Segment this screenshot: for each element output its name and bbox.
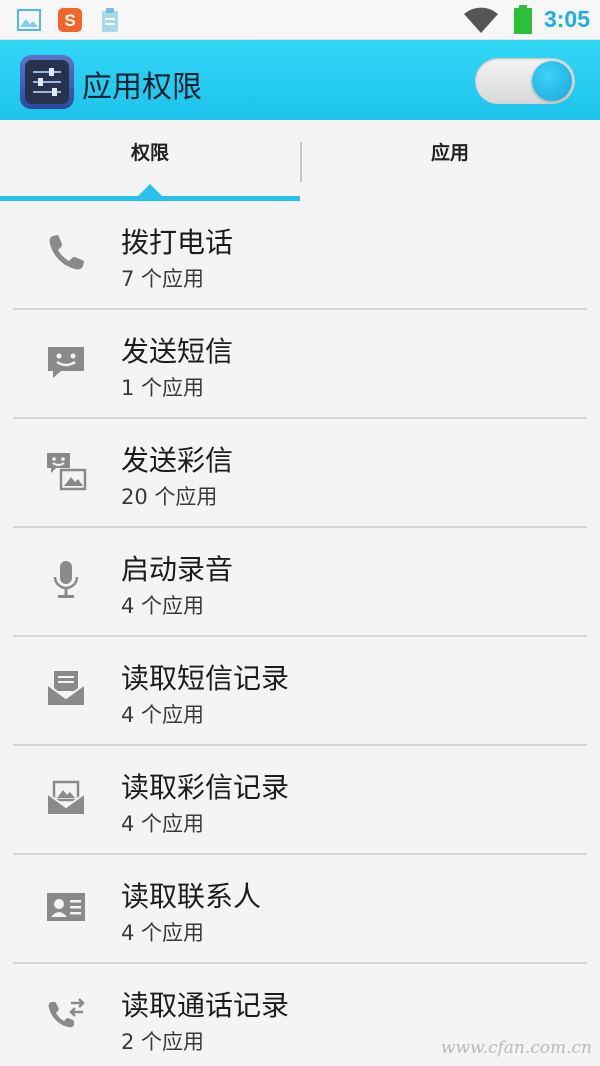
sms-inbox-icon <box>47 671 85 705</box>
permission-title: 发送短信 <box>121 335 234 368</box>
permission-title: 启动录音 <box>121 553 234 586</box>
permission-item-read-sms[interactable]: 读取短信记录 4 个应用 <box>0 637 600 746</box>
permission-app-count: 4 个应用 <box>121 921 205 945</box>
permission-app-count: 4 个应用 <box>121 703 205 727</box>
permission-app-count: 4 个应用 <box>121 594 205 618</box>
clipboard-icon <box>102 8 118 32</box>
permission-title: 读取彩信记录 <box>121 771 290 804</box>
permission-title: 发送彩信 <box>121 444 234 477</box>
permission-item-record-audio[interactable]: 启动录音 4 个应用 <box>0 528 600 637</box>
permission-title: 拨打电话 <box>121 226 234 259</box>
sogou-icon: S <box>58 8 82 32</box>
battery-icon <box>514 5 532 34</box>
tab-bar: 权限 应用 <box>0 120 600 202</box>
call-log-icon <box>48 998 85 1028</box>
clock: 3:05 <box>543 6 590 32</box>
permission-list: 拨打电话 7 个应用 发送短信 1 个应用 发送彩信 20 个应用 启动录音 4… <box>0 201 600 1066</box>
mms-icon <box>47 453 87 491</box>
permission-app-count: 1 个应用 <box>121 376 205 400</box>
permission-title: 读取通话记录 <box>121 989 290 1022</box>
mms-inbox-icon <box>47 780 85 814</box>
app-settings-icon <box>20 55 74 109</box>
microphone-icon <box>53 561 79 598</box>
permission-app-count: 7 个应用 <box>121 267 205 291</box>
permission-app-count: 4 个应用 <box>121 812 205 836</box>
permission-app-count: 2 个应用 <box>121 1030 205 1054</box>
permission-item-read-mms[interactable]: 读取彩信记录 4 个应用 <box>0 746 600 855</box>
watermark: www.cfan.com.cn <box>440 1038 592 1058</box>
svg-text:S: S <box>64 11 75 30</box>
contact-card-icon <box>47 893 85 921</box>
page-title: 应用权限 <box>82 70 202 105</box>
permission-title: 读取短信记录 <box>121 662 290 695</box>
action-bar: 应用权限 <box>0 40 600 120</box>
sms-icon <box>48 347 84 378</box>
status-bar: S 3:05 <box>0 0 600 40</box>
tab-apps[interactable]: 应用 <box>300 120 600 198</box>
tab-indicator-caret <box>137 184 163 197</box>
phone-icon <box>49 235 84 270</box>
master-toggle[interactable] <box>475 58 575 104</box>
permission-item-call-phone[interactable]: 拨打电话 7 个应用 <box>0 201 600 310</box>
permission-item-read-contacts[interactable]: 读取联系人 4 个应用 <box>0 855 600 964</box>
permission-item-send-sms[interactable]: 发送短信 1 个应用 <box>0 310 600 419</box>
permission-title: 读取联系人 <box>121 880 262 913</box>
permission-item-send-mms[interactable]: 发送彩信 20 个应用 <box>0 419 600 528</box>
wifi-icon <box>464 7 498 34</box>
toggle-knob[interactable] <box>532 61 572 101</box>
gallery-icon <box>17 9 41 31</box>
permission-app-count: 20 个应用 <box>121 485 218 509</box>
